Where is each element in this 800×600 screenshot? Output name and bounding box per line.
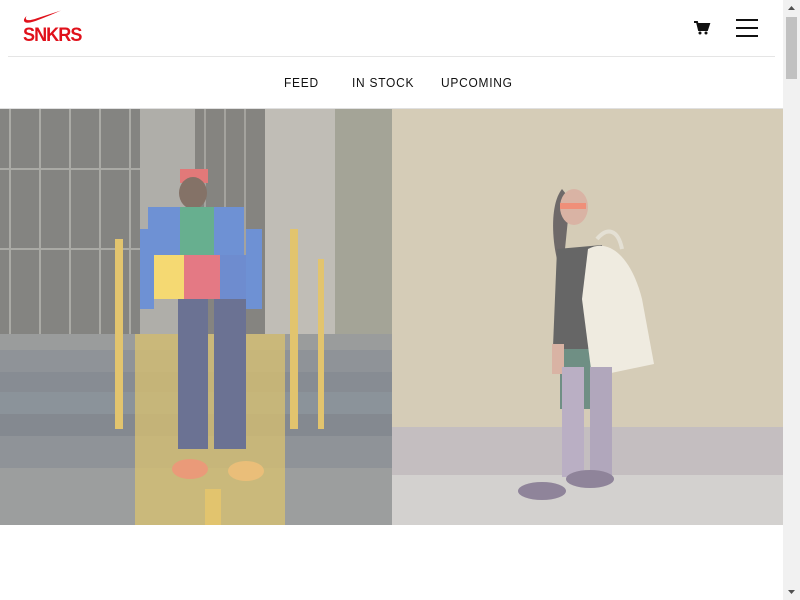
swoosh-icon: [23, 10, 61, 23]
main-nav: FEED IN STOCK UPCOMING: [0, 57, 783, 108]
vertical-scrollbar[interactable]: [783, 0, 800, 600]
scrollbar-thumb[interactable]: [786, 17, 797, 79]
menu-button[interactable]: [734, 17, 760, 39]
nav-tab-upcoming[interactable]: UPCOMING: [441, 75, 513, 90]
scroll-up-arrow-icon: [788, 6, 795, 10]
cart-icon: [694, 21, 711, 35]
scroll-down-button[interactable]: [783, 583, 800, 600]
logo-text: SNKRS: [23, 25, 82, 46]
site-header: SNKRS: [0, 0, 783, 57]
scroll-down-arrow-icon: [788, 590, 795, 594]
nav-tab-in-stock[interactable]: IN STOCK: [352, 75, 414, 90]
cart-button[interactable]: [693, 20, 711, 36]
scroll-up-button[interactable]: [783, 0, 800, 17]
hero-panel-right[interactable]: [392, 109, 783, 525]
image-overlay: [392, 109, 783, 525]
menu-icon-bar: [736, 27, 758, 29]
nav-tab-feed[interactable]: FEED: [284, 75, 319, 90]
menu-icon-bar: [736, 35, 758, 37]
hero-grid: [0, 109, 783, 525]
page: SNKRS FEED IN STOCK UPCOMING: [0, 0, 783, 600]
hero-panel-left[interactable]: [0, 109, 392, 525]
image-overlay: [0, 109, 392, 525]
snkrs-logo[interactable]: SNKRS: [22, 10, 82, 48]
hamburger-menu-icon: [736, 19, 758, 21]
